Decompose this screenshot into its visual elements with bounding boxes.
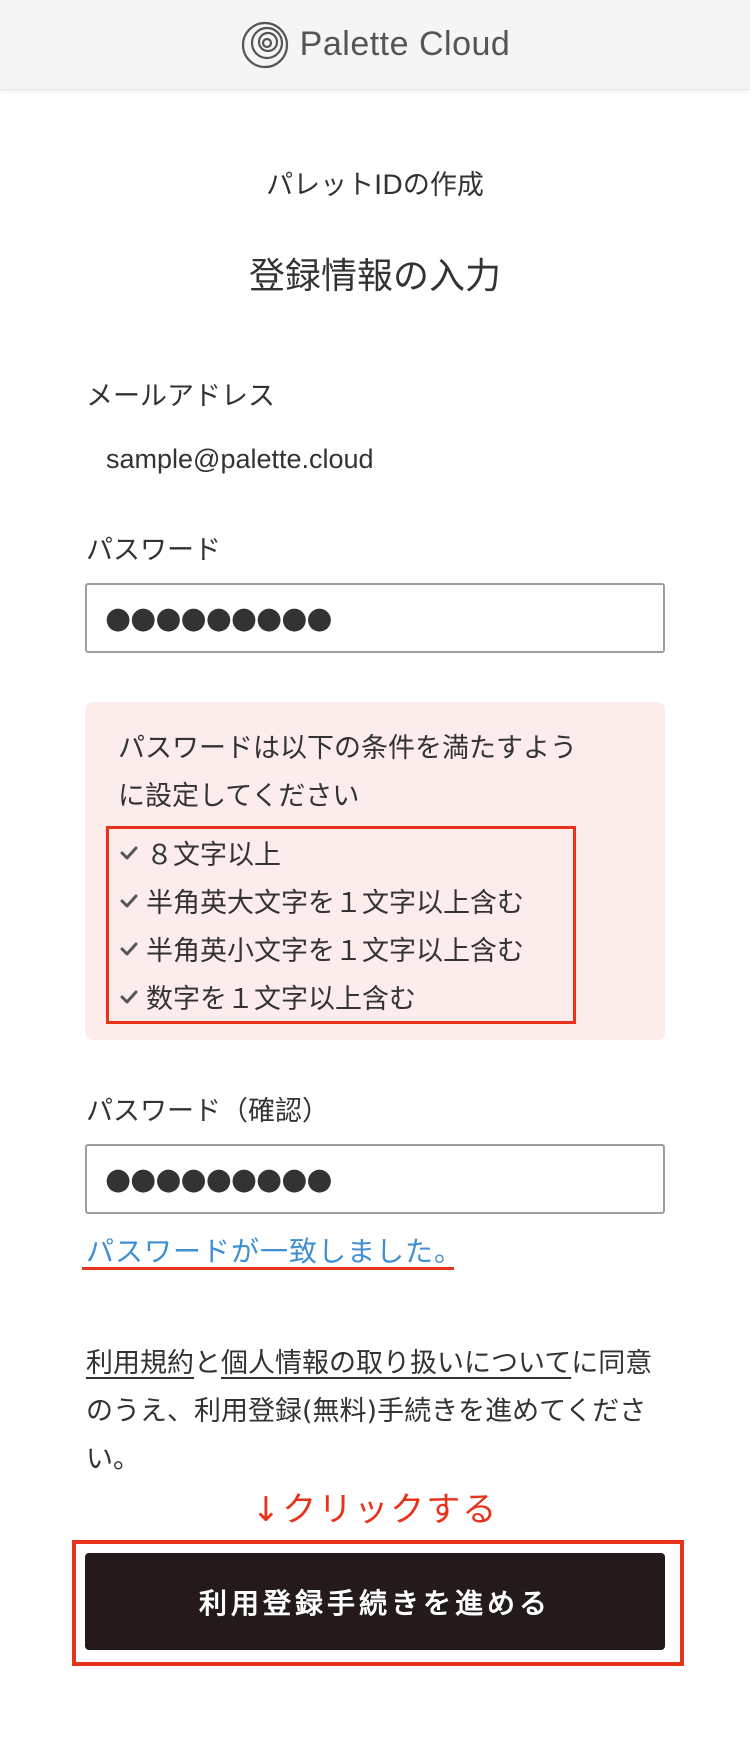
condition-item: 数字を１文字以上含む — [118, 977, 416, 1016]
password-confirm-label: パスワード（確認） — [86, 1096, 329, 1127]
brand-logo[interactable]: Palette Cloud — [240, 20, 511, 70]
agreement-conjunction: と — [194, 1348, 221, 1379]
checkmark-icon — [120, 894, 138, 907]
condition-item: 半角英小文字を１文字以上含む — [118, 929, 524, 968]
app-header: Palette Cloud — [0, 0, 750, 90]
privacy-policy-link[interactable]: 個人情報の取り扱いについて — [221, 1348, 571, 1379]
checkmark-icon — [120, 846, 138, 859]
password-input[interactable]: ●●●●●●●●● — [85, 583, 665, 653]
conditions-intro-line-1: パスワードは以下の条件を満たすよう — [118, 733, 577, 764]
page-title: 登録情報の入力 — [248, 256, 501, 297]
condition-item: ８文字以上 — [118, 833, 281, 872]
condition-text: 数字を１文字以上含む — [146, 984, 416, 1015]
password-conditions-intro: パスワードは以下の条件を満たすよう に設定してください — [118, 725, 638, 821]
condition-item: 半角英大文字を１文字以上含む — [118, 881, 524, 920]
password-label: パスワード — [86, 535, 221, 566]
conditions-intro-line-2: に設定してください — [118, 781, 360, 812]
spiral-logo-icon — [241, 21, 288, 68]
brand-name: Palette Cloud — [299, 25, 511, 63]
password-match-message: パスワードが一致しました。 — [86, 1235, 464, 1268]
terms-link[interactable]: 利用規約 — [86, 1348, 194, 1379]
condition-text: 半角英大文字を１文字以上含む — [146, 888, 524, 919]
email-value: sample@palette.cloud — [106, 444, 374, 474]
condition-text: ８文字以上 — [146, 840, 281, 871]
submit-registration-button[interactable]: 利用登録手続きを進める — [85, 1553, 665, 1650]
condition-text: 半角英小文字を１文字以上含む — [146, 936, 524, 967]
checkmark-icon — [120, 990, 138, 1003]
page-subtitle: パレットIDの作成 — [266, 170, 484, 201]
email-label: メールアドレス — [86, 381, 275, 412]
checkmark-icon — [120, 942, 138, 955]
agreement-text: 利用規約と個人情報の取り扱いについてに同意のうえ、利用登録(無料)手続きを進めて… — [86, 1340, 676, 1484]
password-confirm-input[interactable]: ●●●●●●●●● — [85, 1144, 665, 1214]
annotation-underline — [82, 1267, 454, 1270]
click-hint-annotation: ↓クリックする — [251, 1490, 499, 1530]
